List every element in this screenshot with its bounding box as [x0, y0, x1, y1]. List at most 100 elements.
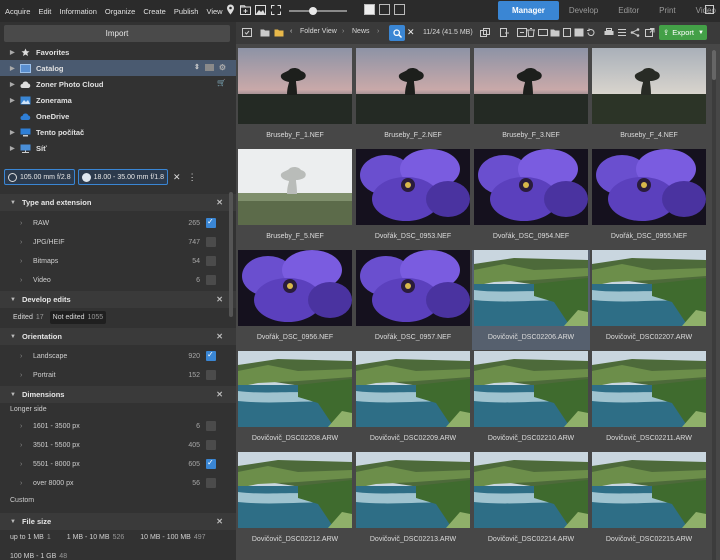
- photo-thumbnail[interactable]: [356, 149, 470, 225]
- sort-icon[interactable]: ⇕: [194, 63, 200, 72]
- photo-tile[interactable]: Dovičovič_DSC02214.ARW: [472, 452, 590, 552]
- delete-icon[interactable]: [526, 28, 536, 37]
- expand-icon[interactable]: ›: [20, 442, 33, 449]
- photo-thumbnail[interactable]: [238, 48, 352, 124]
- tag-not-edited[interactable]: Not edited 1055: [49, 311, 107, 324]
- filter-checkbox[interactable]: [206, 237, 216, 247]
- photo-thumbnail[interactable]: [238, 250, 352, 326]
- batch-icon[interactable]: [574, 28, 584, 37]
- more-options-icon[interactable]: ⋮: [188, 172, 197, 183]
- export-button[interactable]: ⇪ Export ▼: [659, 25, 707, 40]
- expand-icon[interactable]: ›: [20, 220, 33, 227]
- photo-tile[interactable]: Bruseby_F_4.NEF: [590, 48, 708, 148]
- clear-filters-icon[interactable]: ✕: [173, 172, 181, 183]
- size-option[interactable]: 10 MB - 100 MB 497: [140, 534, 205, 541]
- photo-thumbnail[interactable]: [356, 250, 470, 326]
- folder-move-icon[interactable]: [550, 28, 560, 37]
- filter-row-1601-3500[interactable]: › 1601 - 3500 px 6: [0, 417, 226, 435]
- nav-network[interactable]: ▶ Síť: [0, 140, 236, 156]
- filter-row-jpg-heif[interactable]: › JPG/HEIF 747: [0, 233, 226, 251]
- filter-chip-lens-1[interactable]: 105.00 mm f/2.8: [4, 169, 75, 185]
- photo-tile[interactable]: Bruseby_F_5.NEF: [236, 149, 354, 249]
- photo-thumbnail[interactable]: [356, 48, 470, 124]
- photo-thumbnail[interactable]: [356, 452, 470, 528]
- reset-section-icon[interactable]: ✕: [216, 517, 223, 526]
- slider-knob[interactable]: [309, 7, 317, 15]
- menu-icon[interactable]: [617, 28, 627, 37]
- filter-checkbox[interactable]: [206, 458, 216, 469]
- filter-checkbox[interactable]: [206, 478, 216, 488]
- copy-icon[interactable]: [480, 28, 490, 37]
- menu-information[interactable]: Information: [59, 7, 97, 16]
- select-icon[interactable]: [242, 28, 252, 37]
- expand-icon[interactable]: ›: [20, 239, 33, 246]
- filter-row-video[interactable]: › Video 6: [0, 271, 226, 289]
- nav-zoner-photo-cloud[interactable]: ▶ Zoner Photo Cloud 🛒: [0, 76, 236, 92]
- filter-row-portrait[interactable]: › Portrait 152: [0, 366, 226, 384]
- settings-gear-icon[interactable]: ⚙: [219, 63, 226, 72]
- new-folder-icon[interactable]: [240, 4, 251, 15]
- photo-thumbnail[interactable]: [474, 149, 588, 225]
- photo-tile[interactable]: Dovičovič_DSC02213.ARW: [354, 452, 472, 552]
- photo-tile[interactable]: Bruseby_F_3.NEF: [472, 48, 590, 148]
- left-scrollbar[interactable]: [229, 192, 233, 317]
- image-icon[interactable]: [255, 4, 266, 15]
- tab-manager[interactable]: Manager: [498, 1, 559, 20]
- tab-develop[interactable]: Develop: [559, 1, 608, 20]
- filter-checkbox[interactable]: [206, 217, 216, 228]
- clear-search-icon[interactable]: ✕: [407, 27, 415, 38]
- thumbnail-size-slider[interactable]: [289, 7, 347, 15]
- breadcrumb-back-icon[interactable]: ‹: [290, 28, 292, 35]
- section-type-extension[interactable]: ▼ Type and extension ✕: [0, 194, 236, 211]
- popout-window-icon[interactable]: [705, 5, 714, 14]
- expand-icon[interactable]: ›: [20, 480, 33, 487]
- photo-tile[interactable]: Dovičovič_DSC02212.ARW: [236, 452, 354, 552]
- photo-thumbnail[interactable]: [592, 452, 706, 528]
- tag-edited[interactable]: Edited 17: [10, 311, 47, 324]
- collapse-icon[interactable]: ▼: [10, 519, 16, 525]
- rename-icon[interactable]: [538, 28, 548, 37]
- import-button[interactable]: Import: [4, 25, 230, 42]
- tab-video[interactable]: Video: [686, 1, 720, 20]
- view-grid-button[interactable]: [364, 4, 375, 15]
- filter-checkbox[interactable]: [206, 350, 216, 361]
- photo-thumbnail[interactable]: [356, 351, 470, 427]
- nav-onedrive[interactable]: OneDrive: [0, 108, 236, 124]
- photo-tile[interactable]: Dvořák_DSC_0955.NEF: [590, 149, 708, 249]
- photo-tile[interactable]: Bruseby_F_1.NEF: [236, 48, 354, 148]
- expand-icon[interactable]: ▶: [10, 81, 20, 88]
- photo-tile[interactable]: Dvořák_DSC_0954.NEF: [472, 149, 590, 249]
- tab-print[interactable]: Print: [649, 1, 685, 20]
- open-external-icon[interactable]: [645, 28, 655, 37]
- nav-catalog[interactable]: ▶ Catalog ⇕ ⚙: [0, 60, 236, 76]
- photo-tile[interactable]: Dovičovič_DSC02206.ARW: [472, 250, 590, 350]
- folder-add-icon[interactable]: [260, 28, 270, 37]
- photo-thumbnail[interactable]: [592, 250, 706, 326]
- photo-thumbnail[interactable]: [474, 250, 588, 326]
- filter-search-button[interactable]: [389, 25, 405, 41]
- rotate-icon[interactable]: [586, 28, 596, 37]
- menu-organize[interactable]: Organize: [105, 7, 135, 16]
- nav-zonerama[interactable]: ▶ Zonerama: [0, 92, 236, 108]
- size-option[interactable]: 100 MB - 1 GB 48: [10, 553, 67, 560]
- scrollbar-thumb[interactable]: [712, 50, 716, 80]
- menu-acquire[interactable]: Acquire: [5, 7, 30, 16]
- reset-section-icon[interactable]: ✕: [216, 332, 223, 341]
- photo-tile[interactable]: Dovičovič_DSC02208.ARW: [236, 351, 354, 451]
- view-compare-button[interactable]: [394, 4, 405, 15]
- chevron-down-icon[interactable]: ▼: [698, 30, 704, 36]
- breadcrumb-news[interactable]: News: [352, 28, 370, 35]
- photo-tile[interactable]: Bruseby_F_2.NEF: [354, 48, 472, 148]
- photo-thumbnail[interactable]: [474, 48, 588, 124]
- section-orientation[interactable]: ▼ Orientation ✕: [0, 328, 236, 345]
- expand-icon[interactable]: ▶: [10, 49, 20, 56]
- folder-icon[interactable]: [204, 64, 214, 71]
- photo-tile[interactable]: Dvořák_DSC_0956.NEF: [236, 250, 354, 350]
- cart-icon[interactable]: 🛒: [217, 79, 226, 87]
- photo-thumbnail[interactable]: [592, 149, 706, 225]
- photo-tile[interactable]: Dovičovič_DSC02210.ARW: [472, 351, 590, 451]
- menu-view[interactable]: View: [206, 7, 222, 16]
- expand-icon[interactable]: ▶: [10, 129, 20, 136]
- expand-icon[interactable]: ›: [20, 258, 33, 265]
- photo-thumbnail[interactable]: [238, 351, 352, 427]
